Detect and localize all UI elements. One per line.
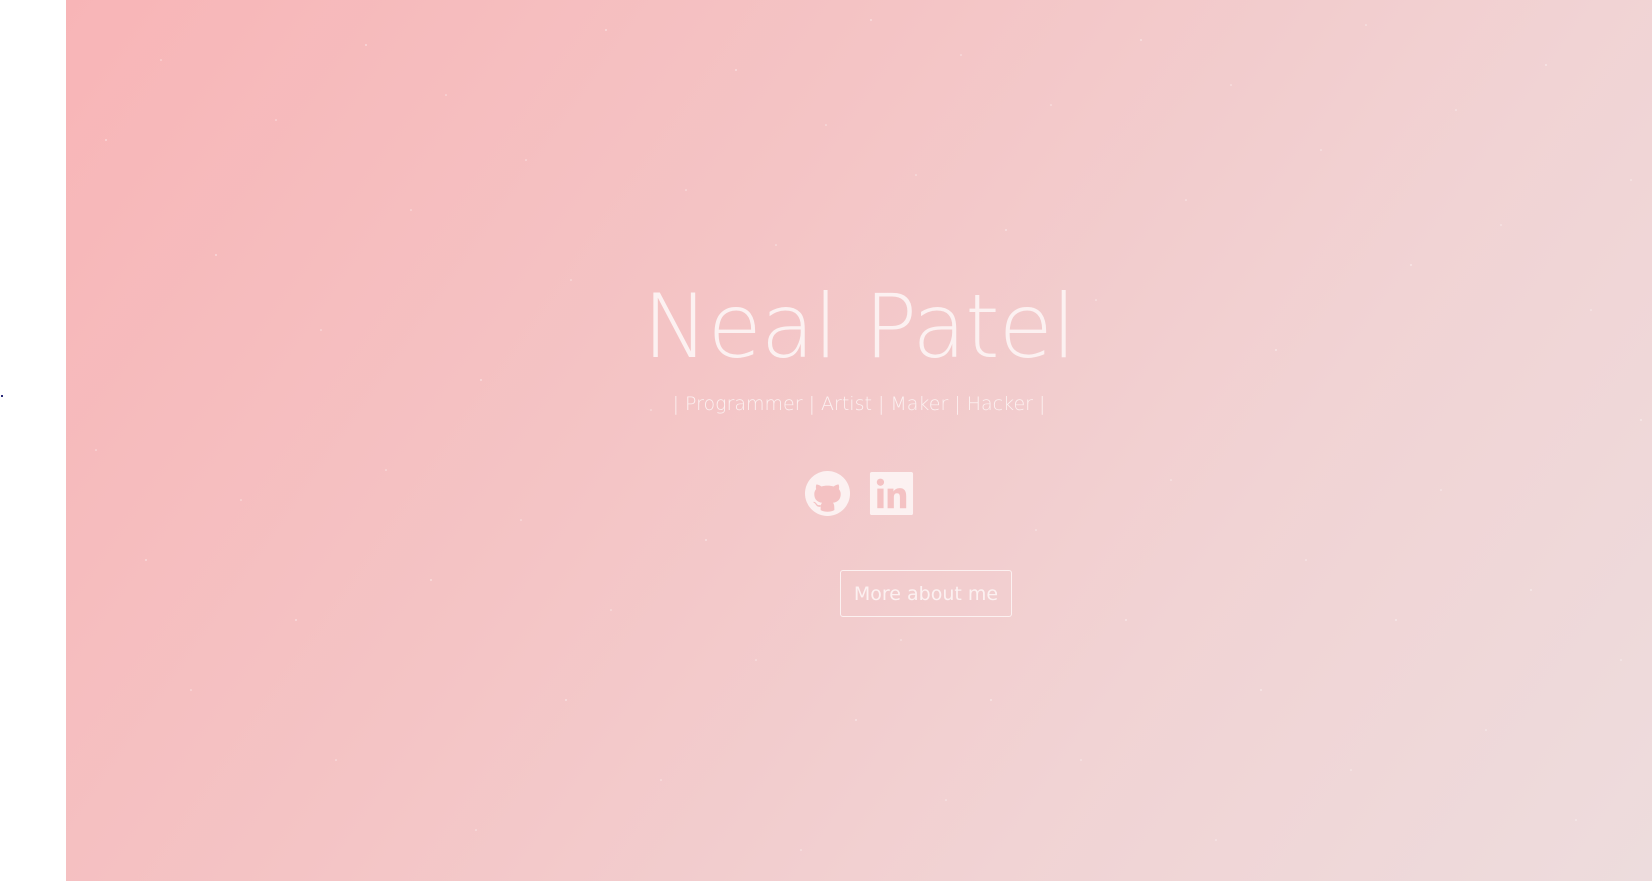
hero-section: Neal Patel | Programmer | Artist | Maker… [66,0,1652,881]
page: Neal Patel | Programmer | Artist | Maker… [0,0,1652,881]
page-title: Neal Patel [642,275,1076,378]
github-icon [804,470,850,517]
more-about-me-button[interactable]: More about me [840,570,1012,617]
linkedin-link[interactable] [868,470,915,517]
left-margin [0,0,66,881]
github-link[interactable] [804,470,851,517]
hero-content: Neal Patel | Programmer | Artist | Maker… [66,0,1652,881]
stray-pixel [1,395,3,397]
social-links [66,470,1652,517]
tagline: | Programmer | Artist | Maker | Hacker | [672,393,1046,415]
linkedin-icon [869,471,913,516]
